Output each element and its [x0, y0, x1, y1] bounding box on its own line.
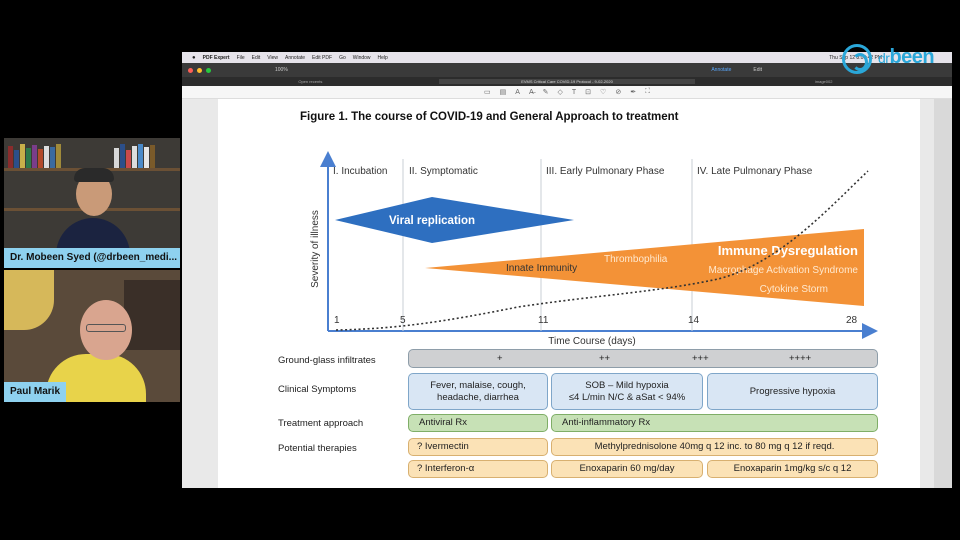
therapy-box: Enoxaparin 60 mg/day — [551, 460, 703, 478]
therapy-box: Enoxaparin 1mg/kg s/c q 12 — [707, 460, 878, 478]
phase-label: I. Incubation — [333, 166, 387, 177]
therapy-box: ? Interferon-α — [408, 460, 548, 478]
row-label-therapies: Potential therapies — [278, 443, 357, 454]
menu-view[interactable]: View — [267, 55, 278, 61]
row-label-treatment: Treatment approach — [278, 418, 364, 429]
menu-file[interactable]: File — [237, 55, 245, 61]
immune-dysregulation-label: Immune Dysregulation — [718, 243, 858, 258]
cytokine-storm-label: Cytokine Storm — [760, 284, 828, 295]
row-label-symptoms: Clinical Symptoms — [278, 384, 357, 395]
symptoms-box: Fever, malaise, cough, headache, diarrhe… — [408, 373, 548, 410]
menu-window[interactable]: Window — [353, 55, 371, 61]
eyeglasses — [86, 324, 126, 332]
x-tick: 5 — [400, 315, 406, 326]
drbeen-logo-icon — [842, 44, 872, 74]
therapy-box: ? Ivermectin — [408, 438, 548, 456]
pdf-page: Figure 1. The course of COVID-19 and Gen… — [218, 99, 920, 488]
menu-go[interactable]: Go — [339, 55, 346, 61]
symptoms-box: SOB – Mild hypoxia ≤4 L/min N/C & aSat <… — [551, 373, 703, 410]
mode-annotate[interactable]: Annotate — [711, 67, 731, 73]
menu-annotate[interactable]: Annotate — [285, 55, 305, 61]
x-tick: 11 — [538, 315, 549, 326]
person-hair — [74, 168, 114, 182]
shared-screen: ● PDF Expert File Edit View Annotate Edi… — [182, 52, 952, 488]
textbox-icon[interactable]: T — [572, 89, 576, 96]
highlight-icon[interactable]: ▤ — [500, 88, 507, 96]
stamp-icon[interactable]: ⊡ — [585, 88, 591, 96]
innate-immunity-label: Innate Immunity — [506, 263, 577, 274]
minimize-window-icon[interactable] — [197, 67, 202, 73]
ggo-level: ++ — [599, 352, 611, 364]
menu-edit[interactable]: Edit — [252, 55, 261, 61]
x-tick: 28 — [846, 315, 858, 326]
pen-icon[interactable]: ✎ — [543, 88, 549, 96]
close-window-icon[interactable] — [188, 67, 193, 73]
tab-protocol[interactable]: EVMS Critical Care COVID-19 Protocol - 9… — [438, 79, 696, 84]
background-furniture — [124, 280, 180, 350]
participant-tile-mobeen[interactable]: Dr. Mobeen Syed (@drbeen_medi... — [4, 138, 180, 268]
phase-label: III. Early Pulmonary Phase — [546, 166, 665, 177]
comment-icon[interactable]: ♡ — [600, 88, 606, 96]
viral-replication-label: Viral replication — [389, 215, 475, 227]
phase-label: II. Symptomatic — [409, 166, 478, 177]
mac-menu-bar: ● PDF Expert File Edit View Annotate Edi… — [182, 52, 952, 63]
treatment-box: Anti-inflammatory Rx — [551, 414, 878, 432]
symptoms-box: Progressive hypoxia — [707, 373, 878, 410]
phase-label: IV. Late Pulmonary Phase — [697, 166, 813, 177]
treatment-box: Antiviral Rx — [408, 414, 548, 432]
link-icon[interactable]: ⊘ — [615, 88, 621, 96]
menu-help[interactable]: Help — [378, 55, 388, 61]
ggo-level: +++ — [692, 352, 709, 364]
participant-name: Dr. Mobeen Syed (@drbeen_medi... — [4, 248, 180, 268]
flower-decor — [4, 270, 54, 330]
tab-image[interactable]: image002 — [695, 79, 952, 84]
expand-icon[interactable]: ⛶ — [645, 88, 650, 96]
ggo-level: + — [497, 352, 503, 364]
mode-switch: Annotate Edit — [711, 67, 762, 73]
strike-icon[interactable]: A̶ — [529, 89, 534, 96]
shape-icon[interactable]: ◇ — [557, 88, 562, 96]
menu-app[interactable]: PDF Expert — [203, 55, 230, 61]
zoom-level[interactable]: 100% — [275, 67, 288, 73]
participant-name: Paul Marik — [4, 382, 67, 402]
x-tick: 14 — [688, 315, 700, 326]
y-axis-label: Severity of illness — [310, 210, 321, 288]
document-tabs: Open recents EVMS Critical Care COVID-19… — [182, 77, 952, 86]
apple-icon[interactable]: ● — [192, 55, 196, 61]
therapy-box: Methylprednisolone 40mg q 12 inc. to 80 … — [551, 438, 878, 456]
video-call-stage: Dr. Mobeen Syed (@drbeen_medi... Paul Ma… — [0, 0, 960, 540]
x-axis-label: Time Course (days) — [548, 336, 635, 347]
row-label-ggo: Ground-glass infiltrates — [278, 355, 376, 366]
ggo-bar: + ++ +++ ++++ — [408, 349, 878, 368]
pdf-toolbar: 100% Annotate Edit — [182, 63, 952, 77]
annotation-toolbar: ▭ ▤ A A̶ ✎ ◇ T ⊡ ♡ ⊘ ✒ ⛶ — [182, 86, 952, 99]
menu-edit-pdf[interactable]: Edit PDF — [312, 55, 332, 61]
tab-recents[interactable]: Open recents — [182, 79, 439, 84]
text-icon[interactable]: A — [515, 89, 520, 96]
macrophage-label: Macrophage Activation Syndrome — [708, 265, 858, 276]
drbeen-logo-text: drbeen — [878, 46, 935, 68]
bookshelf-books — [8, 142, 68, 168]
select-icon[interactable]: ▭ — [484, 88, 491, 96]
thrombophilia-label: Thrombophilia — [604, 254, 668, 265]
bookshelf-books — [114, 142, 174, 168]
x-tick: 1 — [334, 315, 340, 326]
scrollbar[interactable] — [934, 99, 952, 488]
mode-edit[interactable]: Edit — [753, 67, 762, 73]
signature-icon[interactable]: ✒ — [630, 88, 636, 96]
participant-tile-marik[interactable]: Paul Marik — [4, 270, 180, 402]
zoom-window-icon[interactable] — [206, 67, 211, 73]
drbeen-logo: drbeen — [842, 44, 952, 78]
ggo-level: ++++ — [789, 352, 812, 364]
